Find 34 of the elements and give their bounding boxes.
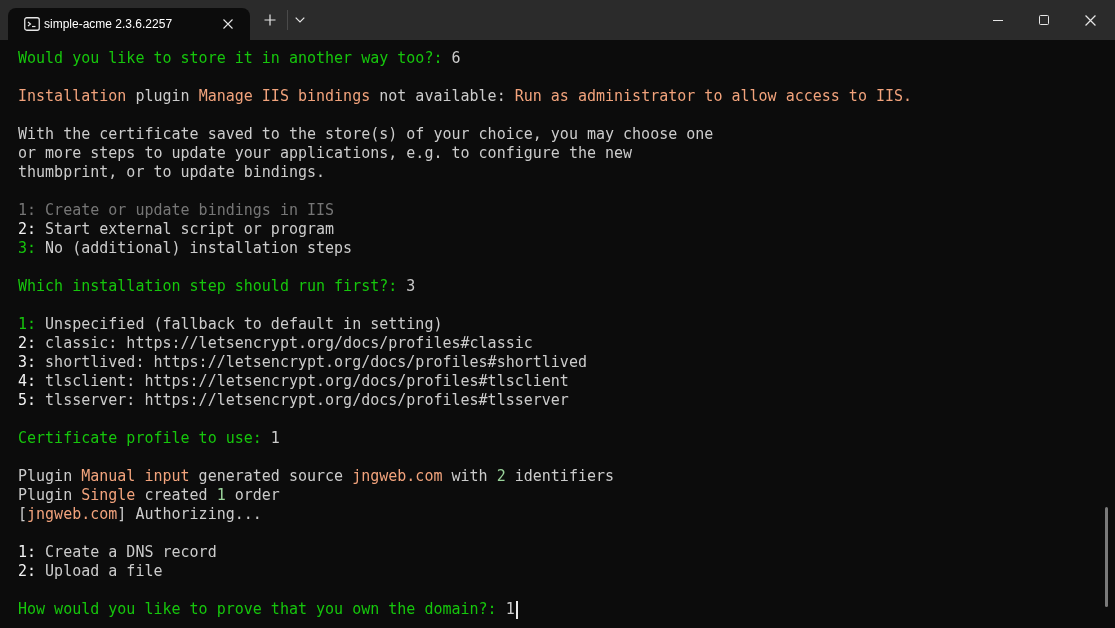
- option-line: 3: No (additional) installation steps: [18, 239, 353, 258]
- maximize-icon: [1039, 15, 1049, 25]
- answer-text: 3: [406, 277, 416, 296]
- scrollbar-thumb[interactable]: [1104, 507, 1108, 607]
- terminal-icon: [24, 17, 40, 31]
- prompt-text: Which installation step should run first?:: [18, 277, 398, 296]
- plus-icon: [264, 14, 276, 26]
- prompt-text: Would you like to store it in another way too?:: [18, 49, 443, 68]
- option-line: 2: Upload a file: [18, 562, 163, 581]
- output-line: or more steps to update your applications, e.g. to configure the new: [18, 144, 633, 163]
- option-line: 1: Unspecified (fallback to default in setting): [18, 315, 443, 334]
- answer-text: 1: [505, 600, 515, 619]
- option-line: 1: Create a DNS record: [18, 543, 217, 562]
- output-line: Installation plugin Manage IIS bindings not available: Run as administrator to allow access to IIS.: [18, 87, 913, 106]
- output-line: thumbprint, or to update bindings.: [18, 163, 326, 182]
- option-line: 3: shortlived: https://letsencrypt.org/docs/profiles#shortlived: [18, 353, 587, 372]
- answer-text: 1: [270, 429, 280, 448]
- chevron-down-icon: [295, 17, 305, 23]
- option-line: 4: tlsclient: https://letsencrypt.org/docs/profiles#tlsclient: [18, 372, 569, 391]
- answer-text: 6: [451, 49, 461, 68]
- option-line: 1: Create or update bindings in IIS: [18, 201, 335, 220]
- option-line: 2: classic: https://letsencrypt.org/docs/profiles#classic: [18, 334, 533, 353]
- prompt-text: How would you like to prove that you own the domain?:: [18, 600, 497, 619]
- output-line: Plugin Manual input generated source jngweb.com with 2 identifiers: [18, 467, 615, 486]
- output-line: Plugin Single created 1 order: [18, 486, 280, 505]
- close-icon: [1084, 14, 1096, 26]
- output-line: With the certificate saved to the store(s) of your choice, you may choose one: [18, 125, 714, 144]
- option-line: 5: tlsserver: https://letsencrypt.org/docs/profiles#tlsserver: [18, 391, 569, 410]
- terminal-tab[interactable]: simple-acme 2.3.6.2257: [8, 8, 250, 40]
- option-line: 2: Start external script or program: [18, 220, 335, 239]
- minimize-icon: [993, 19, 1003, 21]
- output-line: [jngweb.com] Authorizing...: [18, 505, 262, 524]
- close-icon: [223, 19, 233, 29]
- prompt-text: Certificate profile to use:: [18, 429, 262, 448]
